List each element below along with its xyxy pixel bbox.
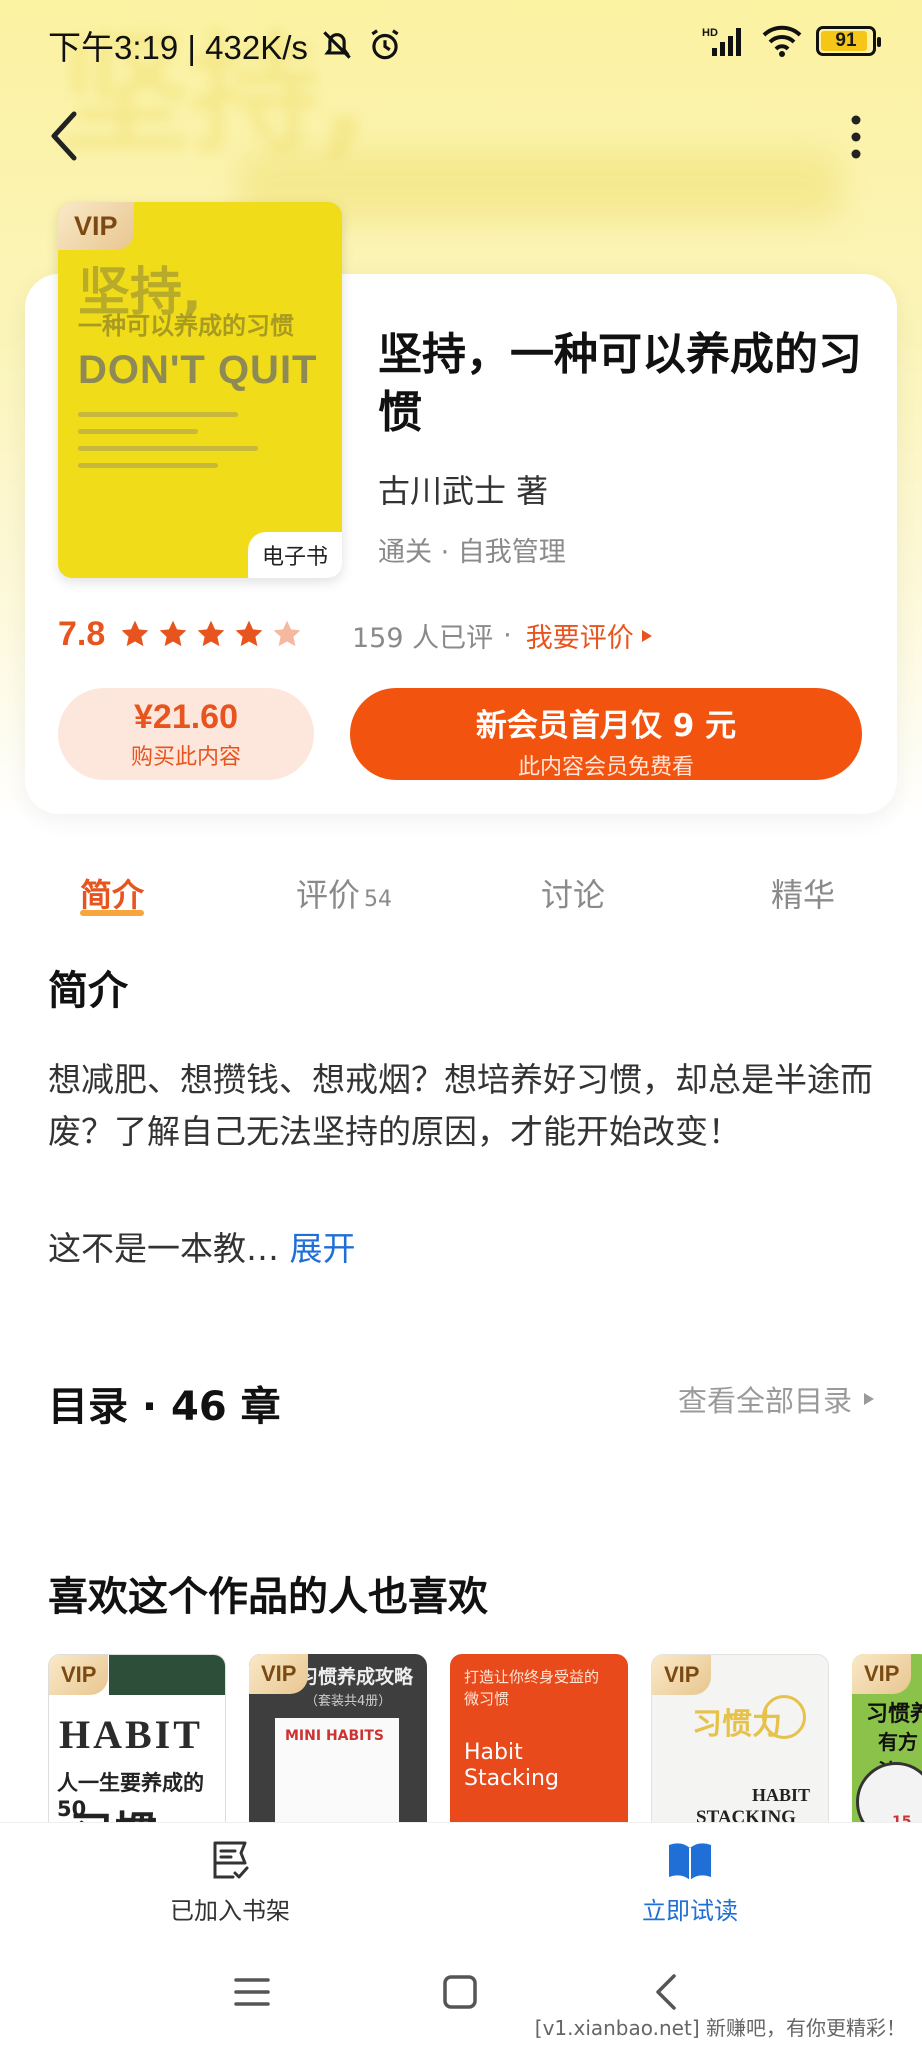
view-all-toc-label: 查看全部目录 — [677, 1384, 852, 1418]
bookshelf-button[interactable]: 已加入书架 — [150, 1837, 310, 1926]
open-book-icon — [669, 1843, 711, 1880]
tab-highlights[interactable]: 精华 — [771, 870, 835, 916]
rate-book-link[interactable]: 我要评价 — [526, 616, 634, 655]
toc-heading: 目录 · 46 章 — [48, 1384, 281, 1430]
rating-score: 7.8 — [58, 614, 106, 653]
alarm-icon — [371, 29, 399, 60]
status-time: 下午3:19 | 432K/s — [48, 29, 308, 66]
book-cover[interactable]: 坚持, 一种可以养成的习惯 DON'T QUIT VIP 电子书 — [58, 202, 342, 578]
book-category-tags[interactable]: 通关 · 自我管理 — [378, 530, 566, 569]
vip-badge: VIP — [249, 1654, 309, 1694]
try-reading-button[interactable]: 立即试读 — [620, 1837, 760, 1926]
network-type: HD — [702, 27, 718, 39]
book-author[interactable]: 古川武士 著 — [378, 466, 548, 512]
vip-badge: VIP — [49, 1655, 109, 1695]
rating-separator: · — [503, 620, 512, 651]
status-indicators: HD 91 — [702, 24, 881, 58]
star-icon — [159, 620, 187, 647]
intro-heading: 简介 — [48, 968, 128, 1014]
home-icon[interactable] — [438, 1970, 482, 2014]
view-all-toc-link[interactable]: 查看全部目录 — [678, 1378, 876, 1420]
recommended-book-cover[interactable]: 习惯力 HABIT STACKING VIP — [651, 1654, 829, 1850]
buy-button[interactable]: ¥21.60 购买此内容 — [58, 688, 314, 780]
tab-discussion[interactable]: 讨论 — [541, 870, 605, 916]
cover-subtitle: 一种可以养成的习惯 — [78, 312, 294, 340]
ebook-tag: 电子书 — [247, 532, 342, 578]
detail-tabs: 简介 评价 54 讨论 精华 — [0, 860, 922, 930]
rating-count: 159 人已评 — [352, 623, 494, 654]
recommended-book-cover[interactable]: 打造让你终身受益的 微习惯 Habit Stacking — [450, 1654, 628, 1850]
recommended-book-cover[interactable]: HABIT 人一生要养成的50 习惯 VIP — [48, 1654, 226, 1850]
bookshelf-added-icon — [213, 1841, 249, 1879]
rating-row: 7.8 — [58, 612, 309, 656]
mute-bell-icon — [323, 31, 351, 59]
star-icon — [197, 620, 225, 647]
vip-offer-subtext: 此内容会员免费看 — [517, 755, 694, 780]
vip-badge: VIP — [852, 1654, 912, 1694]
recommended-book-cover[interactable]: 习惯养成攻略 （套装共4册） MINI HABITS VIP — [249, 1654, 427, 1850]
rating-meta: 159 人已评 · 我要评价 — [352, 616, 654, 655]
menu-icon[interactable] — [230, 1970, 274, 2014]
star-icon — [121, 620, 149, 647]
buy-price: ¥21.60 — [134, 698, 238, 736]
intro-teaser-text: 这不是一本教… — [48, 1229, 279, 1268]
vip-membership-button[interactable]: 新会员首月仅 9 元 此内容会员免费看 — [350, 688, 862, 780]
star-half-icon — [273, 620, 301, 647]
watermark-text: [v1.xianbao.net] 新赚吧，有你更精彩！ — [530, 2012, 910, 2041]
recommend-heading: 喜欢这个作品的人也喜欢 — [48, 1574, 488, 1620]
triangle-right-icon — [864, 1393, 874, 1405]
wifi-icon — [762, 25, 802, 57]
intro-text: 想减肥、想攒钱、想戒烟？想培养好习惯，却总是半途而废？了解自己无法坚持的原因，才… — [48, 1060, 873, 1151]
tab-reviews-count: 54 — [364, 887, 393, 912]
buy-label: 购买此内容 — [130, 745, 241, 770]
vip-offer-text: 新会员首月仅 9 元 — [475, 708, 737, 744]
more-options-icon[interactable] — [846, 112, 866, 162]
active-tab-indicator — [80, 910, 144, 916]
book-title: 坚持，一种可以养成的习惯 — [378, 329, 862, 438]
try-reading-label: 立即试读 — [642, 1897, 738, 1925]
battery-level: 91 — [835, 30, 857, 51]
cover-english-title: DON'T QUIT — [78, 348, 318, 392]
signal-icon: HD — [702, 27, 741, 56]
back-arrow-icon[interactable] — [44, 108, 84, 164]
vip-badge: VIP — [58, 202, 134, 250]
bookshelf-label: 已加入书架 — [170, 1897, 290, 1925]
recommended-book-cover[interactable]: 习惯养 有方法 15 VIP — [852, 1654, 922, 1850]
battery-indicator: 91 — [816, 26, 881, 56]
tab-reviews[interactable]: 评价 54 — [296, 870, 392, 916]
intro-teaser: 这不是一本教… 展开 — [48, 1222, 356, 1270]
triangle-right-icon — [641, 629, 652, 642]
star-icon — [235, 620, 263, 647]
back-icon[interactable] — [646, 1970, 690, 2014]
bottom-action-bar: 已加入书架 立即试读 — [0, 1822, 922, 1940]
vip-badge: VIP — [652, 1655, 712, 1695]
cover-decoration — [78, 412, 278, 480]
expand-link[interactable]: 展开 — [290, 1229, 356, 1268]
